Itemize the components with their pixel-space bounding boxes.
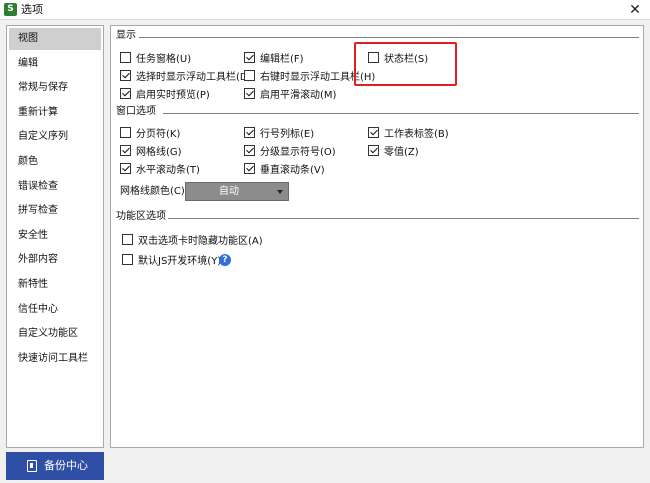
checkbox-label: 分级显示符号(O) (260, 146, 336, 158)
checkbox-label: 编辑栏(F) (260, 53, 304, 65)
live-preview-checkbox[interactable]: 启用实时预览(P) (120, 86, 210, 101)
help-icon[interactable]: ? (219, 254, 231, 266)
sidebar-item-spelling[interactable]: 拼写检查 (9, 200, 101, 222)
checkbox-checked-icon (120, 144, 131, 156)
checkbox-checked-icon (244, 126, 255, 138)
backup-icon (27, 460, 37, 472)
checkbox-label: 水平滚动条(T) (136, 164, 200, 176)
app-logo-icon: S (4, 3, 17, 16)
sidebar-item-quick-access-toolbar[interactable]: 快速访问工具栏 (9, 348, 101, 370)
sidebar-item-edit[interactable]: 编辑 (9, 53, 101, 75)
options-sidebar: 视图 编辑 常规与保存 重新计算 自定义序列 颜色 错误检查 拼写检查 安全性 … (6, 25, 104, 448)
title-bar: S 选项 ✕ (0, 0, 650, 20)
floating-toolbar-on-select-checkbox[interactable]: 选择时显示浮动工具栏(D) (120, 68, 252, 83)
chevron-down-icon (277, 190, 283, 194)
smooth-scroll-checkbox[interactable]: 启用平滑滚动(M) (244, 86, 337, 101)
gridline-color-label: 网格线颜色(C): (120, 186, 189, 197)
backup-center-button[interactable]: 备份中心 (6, 452, 104, 480)
checkbox-checked-icon (244, 51, 255, 63)
sidebar-item-customize-ribbon[interactable]: 自定义功能区 (9, 323, 101, 345)
default-js-env-checkbox[interactable]: 默认JS开发环境(Y) (122, 252, 222, 267)
close-icon[interactable]: ✕ (626, 1, 644, 19)
window-section-title: 窗口选项 (116, 106, 156, 117)
ribbon-section-divider (168, 218, 639, 219)
sheet-tabs-checkbox[interactable]: 工作表标签(B) (368, 125, 449, 140)
checkbox-label: 网格线(G) (136, 146, 182, 158)
display-section-divider (139, 37, 639, 38)
checkbox-label: 工作表标签(B) (384, 128, 449, 140)
gridlines-checkbox[interactable]: 网格线(G) (120, 143, 182, 158)
checkbox-checked-icon (368, 126, 379, 138)
sidebar-item-custom-lists[interactable]: 自定义序列 (9, 126, 101, 148)
zero-values-checkbox[interactable]: 零值(Z) (368, 143, 419, 158)
checkbox-icon (120, 51, 131, 63)
checkbox-checked-icon (368, 144, 379, 156)
sidebar-item-external-content[interactable]: 外部内容 (9, 249, 101, 271)
checkbox-label: 选择时显示浮动工具栏(D) (136, 71, 252, 83)
page-breaks-checkbox[interactable]: 分页符(K) (120, 125, 181, 140)
checkbox-label: 双击选项卡时隐藏功能区(A) (138, 235, 263, 247)
sidebar-item-trust-center[interactable]: 信任中心 (9, 299, 101, 321)
sidebar-item-general-save[interactable]: 常规与保存 (9, 77, 101, 99)
checkbox-label: 启用平滑滚动(M) (260, 89, 337, 101)
checkbox-icon (122, 233, 133, 245)
gridline-color-value: 自动 (219, 186, 239, 197)
task-pane-checkbox[interactable]: 任务窗格(U) (120, 50, 192, 65)
vertical-scrollbar-checkbox[interactable]: 垂直滚动条(V) (244, 161, 325, 176)
backup-center-label: 备份中心 (44, 459, 88, 472)
display-section-title: 显示 (116, 30, 136, 41)
ribbon-section-title: 功能区选项 (116, 211, 166, 222)
checkbox-icon (244, 69, 255, 81)
checkbox-icon (122, 253, 133, 265)
checkbox-icon (120, 126, 131, 138)
sidebar-item-color[interactable]: 颜色 (9, 151, 101, 173)
checkbox-label: 分页符(K) (136, 128, 181, 140)
checkbox-label: 启用实时预览(P) (136, 89, 210, 101)
checkbox-checked-icon (120, 69, 131, 81)
formula-bar-checkbox[interactable]: 编辑栏(F) (244, 50, 304, 65)
sidebar-item-recalculate[interactable]: 重新计算 (9, 102, 101, 124)
checkbox-checked-icon (244, 144, 255, 156)
options-panel: 显示 任务窗格(U) 编辑栏(F) 状态栏(S) 选择时显示浮动工具栏(D) 右… (110, 25, 644, 448)
checkbox-checked-icon (120, 87, 131, 99)
window-title: 选项 (21, 3, 43, 16)
checkbox-checked-icon (120, 162, 131, 174)
row-col-headers-checkbox[interactable]: 行号列标(E) (244, 125, 315, 140)
checkbox-label: 行号列标(E) (260, 128, 315, 140)
checkbox-checked-icon (244, 87, 255, 99)
checkbox-label: 零值(Z) (384, 146, 419, 158)
sidebar-item-view[interactable]: 视图 (9, 28, 101, 50)
gridline-color-select[interactable]: 自动 (185, 182, 289, 201)
hide-ribbon-on-double-click-checkbox[interactable]: 双击选项卡时隐藏功能区(A) (122, 232, 263, 247)
checkbox-label: 默认JS开发环境(Y) (138, 255, 222, 267)
sidebar-item-security[interactable]: 安全性 (9, 225, 101, 247)
horizontal-scrollbar-checkbox[interactable]: 水平滚动条(T) (120, 161, 200, 176)
status-bar-highlight (354, 42, 457, 86)
checkbox-label: 任务窗格(U) (136, 53, 192, 65)
sidebar-item-error-checking[interactable]: 错误检查 (9, 176, 101, 198)
sidebar-item-new-features[interactable]: 新特性 (9, 274, 101, 296)
outline-symbols-checkbox[interactable]: 分级显示符号(O) (244, 143, 336, 158)
checkbox-label: 垂直滚动条(V) (260, 164, 325, 176)
window-section-divider (163, 113, 639, 114)
checkbox-checked-icon (244, 162, 255, 174)
